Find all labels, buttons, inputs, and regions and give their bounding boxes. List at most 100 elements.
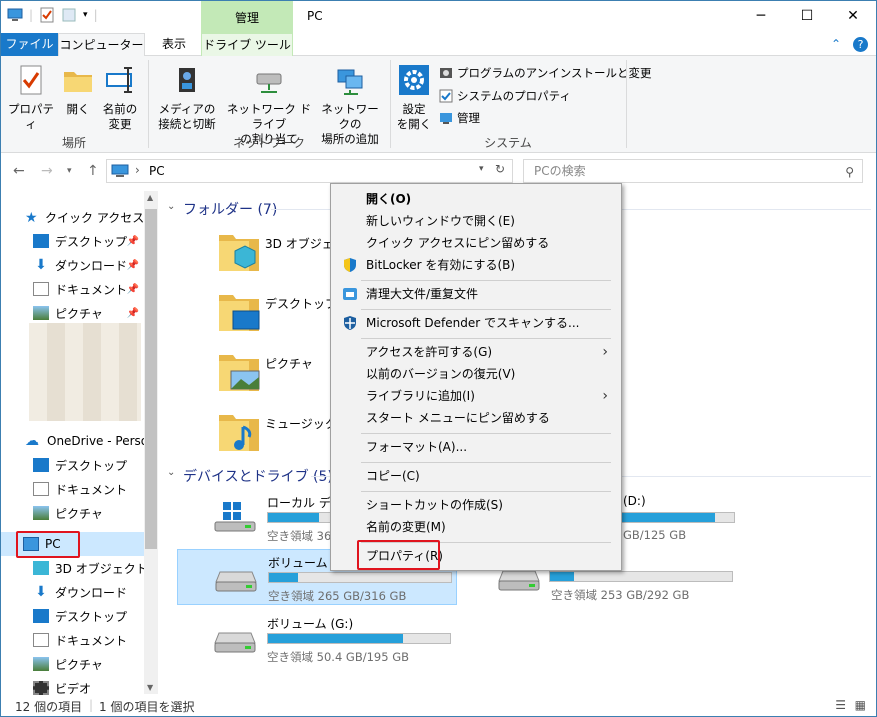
- qat-dropdown-icon[interactable]: ▾: [83, 10, 88, 20]
- pc-highlight-box: [16, 531, 80, 558]
- drive-g[interactable]: ボリューム (G:) 空き領域 50.4 GB/195 GB: [177, 611, 457, 664]
- media-connect-button[interactable]: メディアの 接続と切断: [155, 62, 219, 132]
- back-arrow-icon[interactable]: ←: [13, 163, 25, 179]
- menu-separator: [361, 338, 611, 339]
- forward-arrow-icon[interactable]: →: [41, 163, 53, 179]
- menu-item-label: 名前の変更(M): [366, 520, 446, 534]
- pin-icon[interactable]: 📌: [127, 308, 139, 319]
- sidebar-item-label: 3D オブジェクト: [55, 561, 148, 576]
- sidebar-item-downloads[interactable]: ⬇ ダウンロード 📌: [33, 253, 143, 277]
- new-folder-icon[interactable]: [61, 7, 77, 23]
- drive-free-space: 空き領域 50.4 GB/195 GB: [267, 650, 409, 664]
- address-bar[interactable]: › PC ▾ ↻: [106, 159, 513, 183]
- refresh-icon[interactable]: ↻: [495, 162, 505, 176]
- minimize-button[interactable]: ─: [738, 1, 784, 33]
- uninstall-icon: [440, 68, 452, 78]
- details-view-icon[interactable]: ☰: [835, 698, 846, 712]
- recent-dropdown-icon[interactable]: ▾: [67, 166, 72, 176]
- up-arrow-icon[interactable]: ↑: [87, 163, 99, 179]
- menu-item-defender-scan[interactable]: Microsoft Defender でスキャンする...: [332, 312, 620, 334]
- sidebar-item-label: デスクトップ: [55, 458, 128, 473]
- properties-button[interactable]: プロパティ: [5, 62, 57, 132]
- context-menu: 開く(O) 新しいウィンドウで開く(E) クイック アクセスにピン留めする Bi…: [330, 183, 622, 571]
- search-icon[interactable]: ⚲: [845, 161, 854, 183]
- scroll-up-icon[interactable]: ▲: [147, 193, 153, 202]
- menu-item-label: コピー(C): [366, 469, 420, 483]
- pc-icon[interactable]: [7, 7, 23, 23]
- large-icons-view-icon[interactable]: ▦: [855, 698, 866, 712]
- folder-3d-objects[interactable]: 3D オブジェク: [217, 229, 346, 273]
- menu-item-label: Microsoft Defender でスキャンする...: [366, 316, 580, 330]
- pin-icon[interactable]: 📌: [127, 284, 139, 295]
- uninstall-programs-button[interactable]: プログラムのアンインストールと変更: [439, 65, 651, 81]
- sidebar-item-pictures[interactable]: ピクチャ 📌: [33, 301, 143, 325]
- menu-item-clean-files[interactable]: 清理大文件/重复文件: [332, 283, 620, 305]
- media-icon: [179, 68, 195, 92]
- properties-highlight-box: [357, 540, 440, 570]
- menu-separator: [361, 491, 611, 492]
- menu-item-add-to-library[interactable]: ライブラリに追加(I) ›: [332, 385, 620, 407]
- sidebar-item-desktop[interactable]: デスクトップ 📌: [33, 229, 143, 253]
- sidebar-item-label: ピクチャ: [55, 657, 103, 672]
- pictures-icon: [33, 506, 49, 520]
- windows-drive-icon: [214, 502, 256, 532]
- sidebar-item-documents[interactable]: ドキュメント 📌: [33, 277, 143, 301]
- shield-icon: [344, 258, 356, 272]
- search-input[interactable]: PCの検索 ⚲: [523, 159, 863, 183]
- open-button[interactable]: 開く: [59, 62, 97, 117]
- open-settings-button[interactable]: 設定 を開く: [395, 62, 433, 132]
- drive-usage-fill: [550, 572, 574, 581]
- folders-section-header[interactable]: フォルダー (7): [183, 199, 277, 219]
- add-location-label-1: ネットワークの: [321, 102, 379, 131]
- collapse-chevron-icon[interactable]: ⌄: [167, 467, 175, 478]
- tab-computer[interactable]: コンピューター: [58, 33, 145, 57]
- status-bar: 12 個の項目 | 1 個の項目を選択 ☰ ▦: [1, 695, 876, 716]
- menu-item-give-access[interactable]: アクセスを許可する(G) ›: [332, 341, 620, 363]
- breadcrumb-pc[interactable]: PC: [149, 164, 165, 178]
- menu-item-restore-versions[interactable]: 以前のバージョンの復元(V): [332, 363, 620, 385]
- tab-view[interactable]: 表示: [149, 33, 199, 56]
- menu-item-format[interactable]: フォーマット(A)...: [332, 436, 620, 458]
- menu-item-label: 清理大文件/重复文件: [366, 287, 479, 301]
- menu-item-open-new-window[interactable]: 新しいウィンドウで開く(E): [332, 210, 620, 232]
- rename-icon: [106, 67, 132, 93]
- pin-icon[interactable]: 📌: [127, 260, 139, 271]
- network-group-label: ネットワーク: [232, 136, 305, 150]
- ribbon-collapse-icon[interactable]: ⌃: [831, 37, 841, 52]
- submenu-arrow-icon: ›: [602, 344, 608, 360]
- tab-file[interactable]: ファイル: [1, 33, 58, 56]
- menu-item-bitlocker[interactable]: BitLocker を有効にする(B): [332, 254, 620, 276]
- menu-item-create-shortcut[interactable]: ショートカットの作成(S): [332, 494, 620, 516]
- folder-pictures[interactable]: ピクチャ: [217, 349, 313, 393]
- collapse-chevron-icon[interactable]: ⌄: [167, 201, 175, 212]
- manage-context-tab[interactable]: 管理: [201, 1, 293, 33]
- maximize-button[interactable]: ☐: [784, 1, 830, 33]
- system-group-label: システム: [484, 136, 532, 150]
- help-icon[interactable]: ?: [853, 37, 868, 52]
- manage-button[interactable]: 管理: [439, 110, 480, 126]
- scroll-down-icon[interactable]: ▼: [147, 683, 153, 692]
- address-dropdown-icon[interactable]: ▾: [479, 164, 484, 174]
- rename-button[interactable]: 名前の 変更: [99, 62, 141, 132]
- system-properties-button[interactable]: システムのプロパティ: [439, 88, 571, 104]
- settings-label-1: 設定: [402, 102, 426, 116]
- uninstall-label: プログラムのアンインストールと変更: [457, 66, 652, 80]
- breadcrumb-separator[interactable]: ›: [135, 163, 140, 177]
- drive-name: (D:): [623, 494, 646, 508]
- menu-item-rename[interactable]: 名前の変更(M): [332, 516, 620, 538]
- close-button[interactable]: ✕: [830, 1, 876, 33]
- scroll-thumb[interactable]: [145, 209, 157, 549]
- pin-icon[interactable]: 📌: [127, 236, 139, 247]
- pictures-icon: [33, 306, 49, 320]
- menu-item-open[interactable]: 開く(O): [332, 188, 620, 210]
- media-label-1: メディアの: [158, 102, 216, 116]
- menu-item-label: クイック アクセスにピン留めする: [366, 236, 550, 250]
- rename-label-1: 名前の: [102, 102, 138, 116]
- menu-item-pin-start[interactable]: スタート メニューにピン留めする: [332, 407, 620, 429]
- menu-item-copy[interactable]: コピー(C): [332, 465, 620, 487]
- folder-music[interactable]: ミュージック: [217, 409, 337, 453]
- properties-check-icon[interactable]: [39, 7, 55, 23]
- menu-item-pin-quick-access[interactable]: クイック アクセスにピン留めする: [332, 232, 620, 254]
- open-folder-icon: [64, 72, 92, 92]
- folder-desktop[interactable]: デスクトップ: [217, 289, 337, 333]
